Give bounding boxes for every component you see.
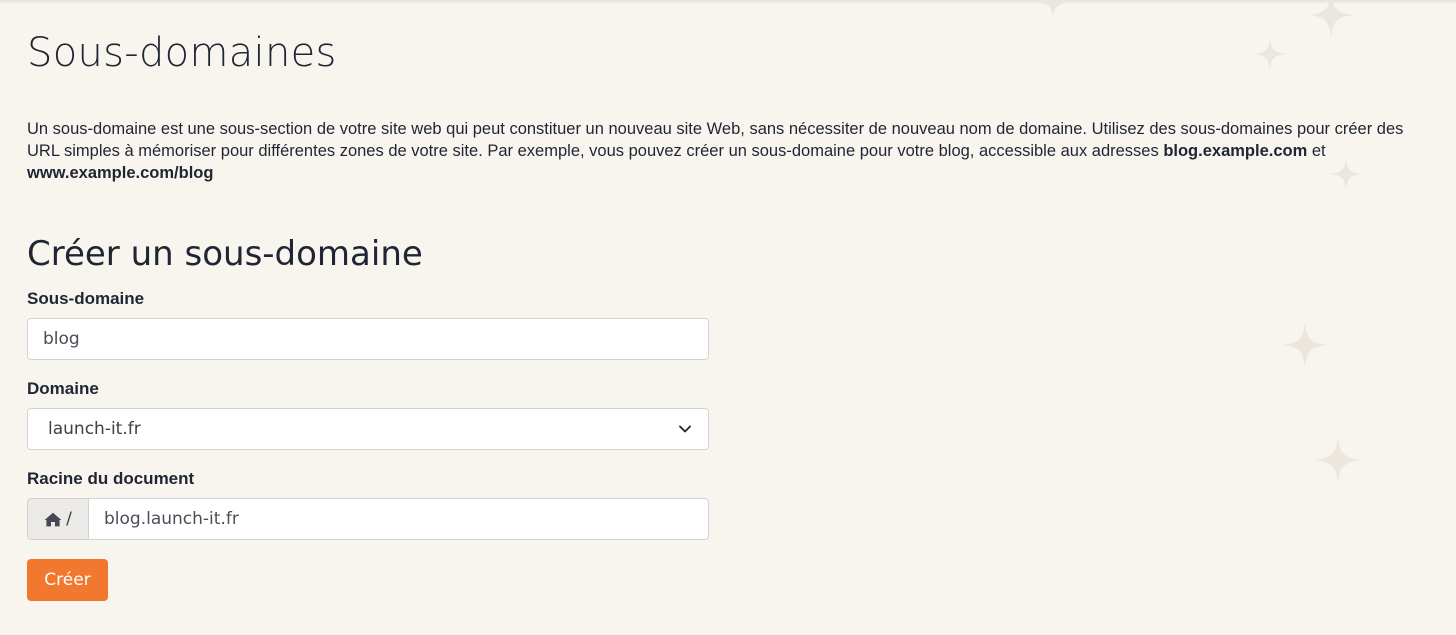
sparkle-icon <box>1254 38 1286 70</box>
subdomain-label: Sous-domaine <box>27 289 145 308</box>
subdomain-input[interactable]: blog <box>27 318 709 360</box>
document-root-input[interactable]: blog.launch-it.fr <box>88 498 709 540</box>
intro-example-path: www.example.com/blog <box>27 164 214 182</box>
domain-select-value: launch-it.fr <box>48 419 141 439</box>
page: Sous-domaines Un sous-domaine est une so… <box>0 0 1456 635</box>
subdomain-input-value: blog <box>43 329 80 349</box>
home-icon <box>44 512 62 527</box>
document-root-prefix: / <box>27 498 88 540</box>
intro-example-subdomain: blog.example.com <box>1163 142 1308 160</box>
sparkle-icon <box>1038 0 1068 18</box>
domain-label: Domaine <box>27 379 99 398</box>
create-subdomain-title: Créer un sous-domaine <box>27 234 423 274</box>
domain-select[interactable]: launch-it.fr <box>27 408 709 450</box>
sparkle-icon <box>1308 0 1354 38</box>
document-root-group: / blog.launch-it.fr <box>27 498 709 540</box>
document-root-prefix-slash: / <box>66 509 72 529</box>
sparkle-icon <box>1282 322 1328 368</box>
document-root-label: Racine du document <box>27 469 195 488</box>
intro-paragraph: Un sous-domaine est une sous-section de … <box>27 118 1427 184</box>
create-button[interactable]: Créer <box>27 559 108 601</box>
sparkle-icon <box>1314 436 1362 484</box>
top-shadow <box>0 0 1456 3</box>
page-title: Sous-domaines <box>27 30 337 76</box>
chevron-down-icon <box>678 422 692 436</box>
intro-connector: et <box>1307 142 1326 160</box>
document-root-input-value: blog.launch-it.fr <box>104 509 239 529</box>
